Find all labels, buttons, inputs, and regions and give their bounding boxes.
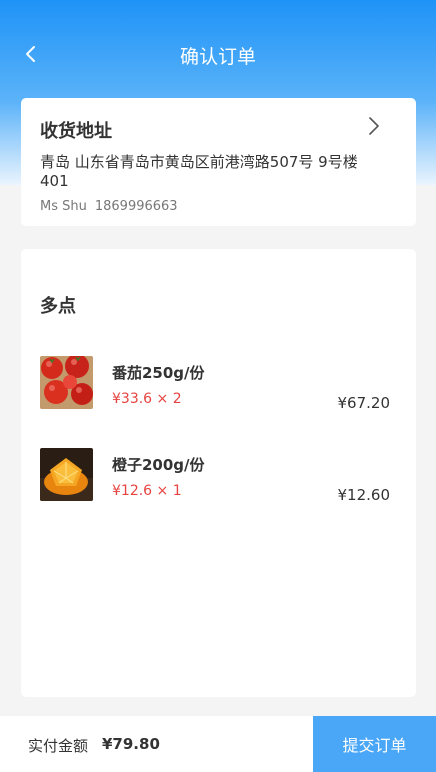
item-name: 橙子200g/份 [112, 456, 205, 474]
store-name: 多点 [40, 296, 76, 317]
nav-bar: 确认订单 [0, 30, 436, 78]
item-name: 番茄250g/份 [112, 364, 205, 382]
tomato-photo [40, 356, 93, 409]
submit-order-button[interactable]: 提交订单 [313, 716, 436, 772]
orange-photo [40, 448, 93, 501]
item-total: ¥12.60 [337, 486, 391, 504]
order-item: 番茄250g/份 ¥33.6 × 2 ¥67.20 [21, 356, 416, 412]
pay-amount-label: 实付金额 [28, 737, 89, 755]
item-unit-price: ¥33.6 × 2 [112, 391, 182, 407]
item-total: ¥67.20 [337, 394, 391, 412]
order-card: 多点 番茄250g/份 ¥33.6 × 2 ¥67.20 橙子200g/份 ¥1… [21, 249, 416, 697]
contact-phone: 1869996663 [94, 199, 178, 214]
page-title: 确认订单 [179, 46, 256, 68]
pay-amount: ¥79.80 [102, 735, 160, 753]
order-item: 橙子200g/份 ¥12.6 × 1 ¥12.60 [21, 448, 416, 504]
contact-name: Ms Shu [40, 199, 87, 214]
address-label: 收货地址 [40, 121, 112, 142]
chevron-right-icon [369, 117, 379, 135]
item-unit-price: ¥12.6 × 1 [112, 483, 182, 499]
checkout-bar: 实付金额 ¥79.80 提交订单 [0, 716, 436, 772]
address-contact: Ms Shu 1869996663 [40, 199, 178, 214]
address-text: 青岛 山东省青岛市黄岛区前港湾路507号 9号楼401 [40, 153, 358, 190]
address-card[interactable]: 收货地址 青岛 山东省青岛市黄岛区前港湾路507号 9号楼401 Ms Shu 1… [21, 98, 416, 226]
